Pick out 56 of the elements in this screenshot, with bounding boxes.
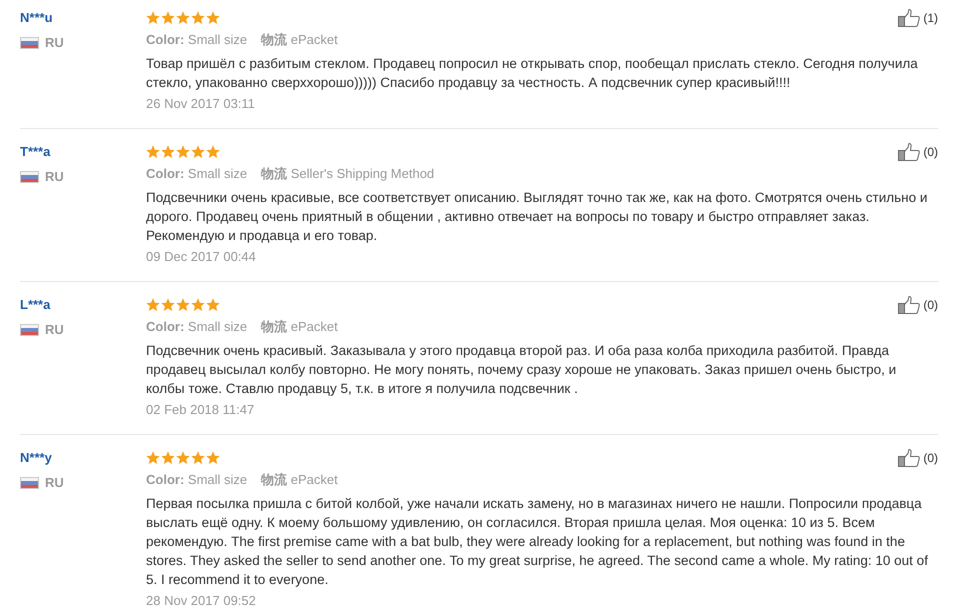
review-text: Подсвечник очень красивый. Заказывала у этого продавца второй раз. И оба раза колба приходила разбитой. Правда продавец высылал колбу повторно. Не могу понять, почему сразу хороше не упаковать. Заказ пришел очень быстро, и колбы тоже. Ставлю продавцу 5, т.к. в итоге я получила подсвечник .	[146, 342, 898, 398]
star-icon	[206, 298, 220, 312]
review-text: Товар пришёл с разбитым стеклом. Продавец попросил не открывать спор, пообещал прислать стекло. Сегодня получила стекло, упакованно сверххорошо))))) Спасибо продавцу за честность. А подсвечник супер красивый!!!!	[146, 55, 919, 92]
country-code: RU	[45, 35, 64, 51]
star-icon	[161, 451, 175, 465]
product-attribute: 物流 ePacket	[261, 318, 338, 336]
thumbs-up-icon	[898, 143, 920, 161]
star-icon	[176, 11, 190, 25]
star-icon	[191, 145, 205, 159]
reviewer-name: N***y	[20, 450, 52, 466]
star-icon	[206, 145, 220, 159]
star-icon	[146, 451, 160, 465]
helpful-button[interactable]: (0)	[898, 449, 938, 467]
review-date: 28 Nov 2017 09:52	[146, 592, 256, 606]
product-attribute: Color: Small size	[146, 31, 248, 49]
reviewer-name: N***u	[20, 10, 53, 26]
star-icon	[146, 11, 160, 25]
product-attribute: Color: Small size	[146, 318, 248, 336]
star-icon	[191, 11, 205, 25]
product-attribute: Color: Small size	[146, 165, 248, 183]
country-code: RU	[45, 475, 64, 491]
thumbs-up-icon	[898, 296, 920, 314]
thumbs-up-icon	[898, 9, 920, 27]
helpful-button[interactable]: (0)	[898, 143, 938, 161]
star-icon	[206, 11, 220, 25]
star-icon	[176, 451, 190, 465]
star-icon	[206, 451, 220, 465]
star-icon	[161, 298, 175, 312]
flag-icon	[20, 324, 39, 336]
country-code: RU	[45, 322, 64, 338]
flag-icon	[20, 477, 39, 489]
country-code: RU	[45, 169, 64, 185]
star-icon	[161, 11, 175, 25]
star-icon	[161, 145, 175, 159]
flag-icon	[20, 37, 39, 49]
star-icon	[176, 298, 190, 312]
star-icon	[146, 298, 160, 312]
product-attribute: Color: Small size	[146, 471, 248, 489]
review-date: 26 Nov 2017 03:11	[146, 95, 255, 113]
star-icon	[146, 145, 160, 159]
helpful-button[interactable]: (1)	[898, 9, 938, 27]
flag-icon	[20, 171, 39, 183]
review-date: 09 Dec 2017 00:44	[146, 248, 256, 266]
star-icon	[176, 145, 190, 159]
thumbs-up-icon	[898, 449, 920, 467]
review-text: Первая посылка пришла с битой колбой, уже начали искать замену, но в магазинах ничего не нашли. Попросили продавца выслать ещё одну. К моему большому удивлению, он согласился. Вторая пришла целая. Моя оценка: 10 из 5. Всем рекомендую. The first premise came with a bat bulb, they were already looking for a replacement, but nothing was found in the stores. They asked the seller to send another one. To my great surprise, he agreed. The second came a whole. My rating: 10 out of 5. I recommend it to everyone.	[146, 495, 929, 589]
product-attribute: 物流 Seller's Shipping Method	[261, 165, 434, 183]
reviewer-name: L***a	[20, 297, 50, 313]
reviewer-name: T***a	[20, 144, 50, 160]
star-icon	[191, 298, 205, 312]
star-icon	[191, 451, 205, 465]
helpful-button[interactable]: (0)	[898, 296, 938, 314]
product-attribute: 物流 ePacket	[261, 31, 338, 49]
review-date: 02 Feb 2018 11:47	[146, 401, 254, 419]
product-attribute: 物流 ePacket	[261, 471, 338, 489]
review-text: Подсвечники очень красивые, все соответствует описанию. Выглядят точно так же, как на фото. Смотрятся очень стильно и дорого. Продавец очень приятный в общении , активно отвечает на вопросы по товару и быстро отправляет заказ. Рекомендую и продавца и его товар.	[146, 189, 928, 245]
